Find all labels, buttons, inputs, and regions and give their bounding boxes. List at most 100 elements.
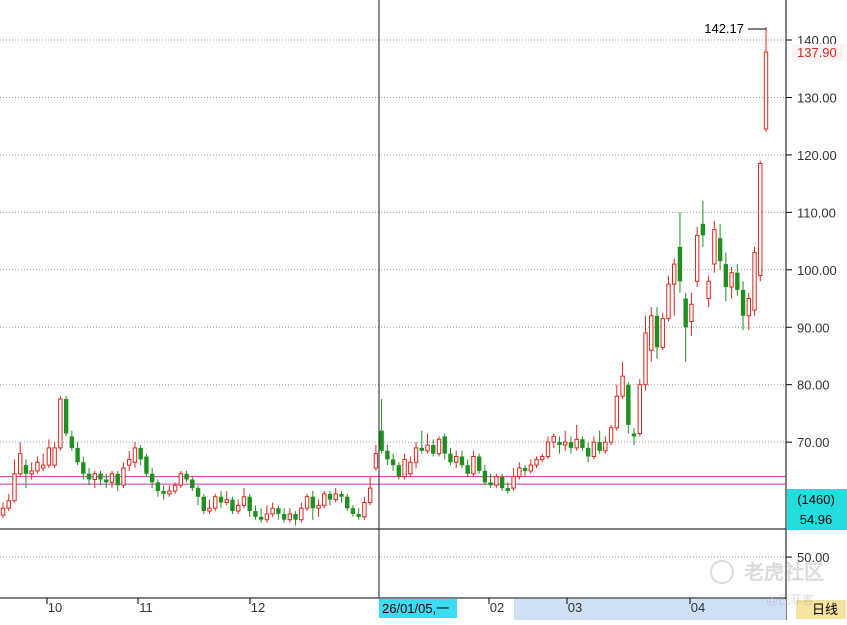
candle-body [557, 442, 562, 446]
candle-body [563, 441, 568, 446]
candle-body [201, 496, 206, 512]
candle [637, 378, 642, 437]
candle-body [545, 441, 551, 458]
candle-body [758, 163, 763, 277]
candle-body [448, 453, 453, 463]
candle-body [436, 438, 442, 455]
last-price-label: 137.90 [797, 45, 837, 60]
candle-body [247, 496, 252, 512]
x-range-highlight [514, 599, 786, 620]
candle-body [551, 435, 556, 443]
y-tick-label: 120.00 [797, 148, 837, 163]
candle-body [155, 482, 161, 491]
candle-body [230, 499, 235, 512]
candle-body [717, 238, 723, 262]
candle-body [528, 464, 533, 472]
candle-body [345, 496, 350, 509]
candle-body [339, 493, 344, 497]
candle [178, 470, 184, 489]
candle-body [631, 433, 637, 437]
candle-body [333, 493, 338, 501]
candle-body [694, 234, 700, 282]
candle-body [195, 488, 201, 497]
candle-body [18, 453, 23, 475]
candle-body [178, 473, 184, 486]
candle [758, 160, 763, 282]
candle [752, 246, 757, 316]
candle-body [580, 439, 585, 448]
candle-body [614, 395, 620, 429]
candle-body [574, 438, 579, 449]
candle-body [299, 507, 304, 521]
candle-body [0, 507, 6, 516]
candle-body [660, 318, 665, 348]
candle-body [431, 445, 436, 454]
candle-body [52, 447, 57, 466]
x-tick-label: 04 [691, 600, 705, 615]
level-box-top-label: (1460) [797, 492, 835, 507]
candle [63, 396, 69, 437]
chart-svg[interactable]: 140.00130.00120.00110.00100.0090.0080.00… [0, 0, 847, 620]
candle-body [29, 470, 34, 475]
candle-body [534, 458, 539, 466]
candle-body [224, 499, 229, 503]
candle-body [23, 465, 29, 474]
candle-body [637, 384, 642, 435]
candle-body [86, 473, 92, 480]
candle-body [390, 459, 396, 466]
candle [660, 312, 665, 351]
candle-body [752, 252, 757, 311]
candle-body [109, 473, 115, 483]
candle-body [591, 441, 597, 458]
x-tick-label: 02 [490, 600, 504, 615]
candle-body [643, 332, 648, 386]
candle [58, 396, 63, 451]
candle-body [608, 427, 614, 443]
candle-body [81, 462, 86, 474]
candle-body [413, 447, 419, 463]
candle-body [626, 384, 631, 425]
candle-body [236, 504, 241, 512]
candlestick-chart[interactable]: 140.00 130.00 120.00 110.00 100.00 90.00 80.00… [0, 0, 847, 620]
candle-body [63, 399, 69, 434]
candle-body [316, 504, 321, 509]
x-tick-label: 11 [139, 600, 153, 615]
high-price-label: 142.17 [704, 21, 744, 36]
timeframe-label[interactable]: 日线 [812, 602, 838, 617]
candle-body [735, 272, 740, 290]
candle-body [494, 476, 499, 486]
candle-body [350, 508, 356, 514]
y-tick-label: 70.00 [797, 435, 830, 450]
candle-body [597, 442, 602, 451]
candle-body [396, 465, 402, 477]
crosshair-date-label: 26/01/05,一 [382, 601, 449, 616]
candle [144, 453, 149, 477]
candle-body [706, 280, 711, 300]
candle-body [12, 473, 17, 502]
candle-body [568, 442, 574, 448]
candle [694, 226, 700, 288]
y-tick-label: 80.00 [797, 378, 830, 393]
candle-body [459, 456, 465, 466]
candle-body [379, 430, 384, 451]
candle-body [327, 493, 333, 500]
candle-body [465, 465, 470, 474]
x-tick-label: 10 [48, 600, 62, 615]
candle-body [207, 507, 212, 512]
candle-body [471, 456, 476, 475]
candle-body [362, 501, 367, 518]
candle-body [505, 488, 511, 491]
candle-body [442, 436, 447, 454]
y-tick-label: 100.00 [797, 263, 837, 278]
candle-body [654, 315, 660, 348]
candle-body [677, 246, 683, 282]
candle-body [127, 458, 132, 466]
candle-body [75, 447, 80, 463]
candle [213, 493, 218, 512]
candle-body [517, 467, 522, 478]
candle-body [69, 436, 75, 448]
candle-body [310, 496, 315, 509]
candle-body [121, 467, 126, 486]
y-tick-label: 130.00 [797, 90, 837, 105]
candle-body [408, 461, 413, 475]
